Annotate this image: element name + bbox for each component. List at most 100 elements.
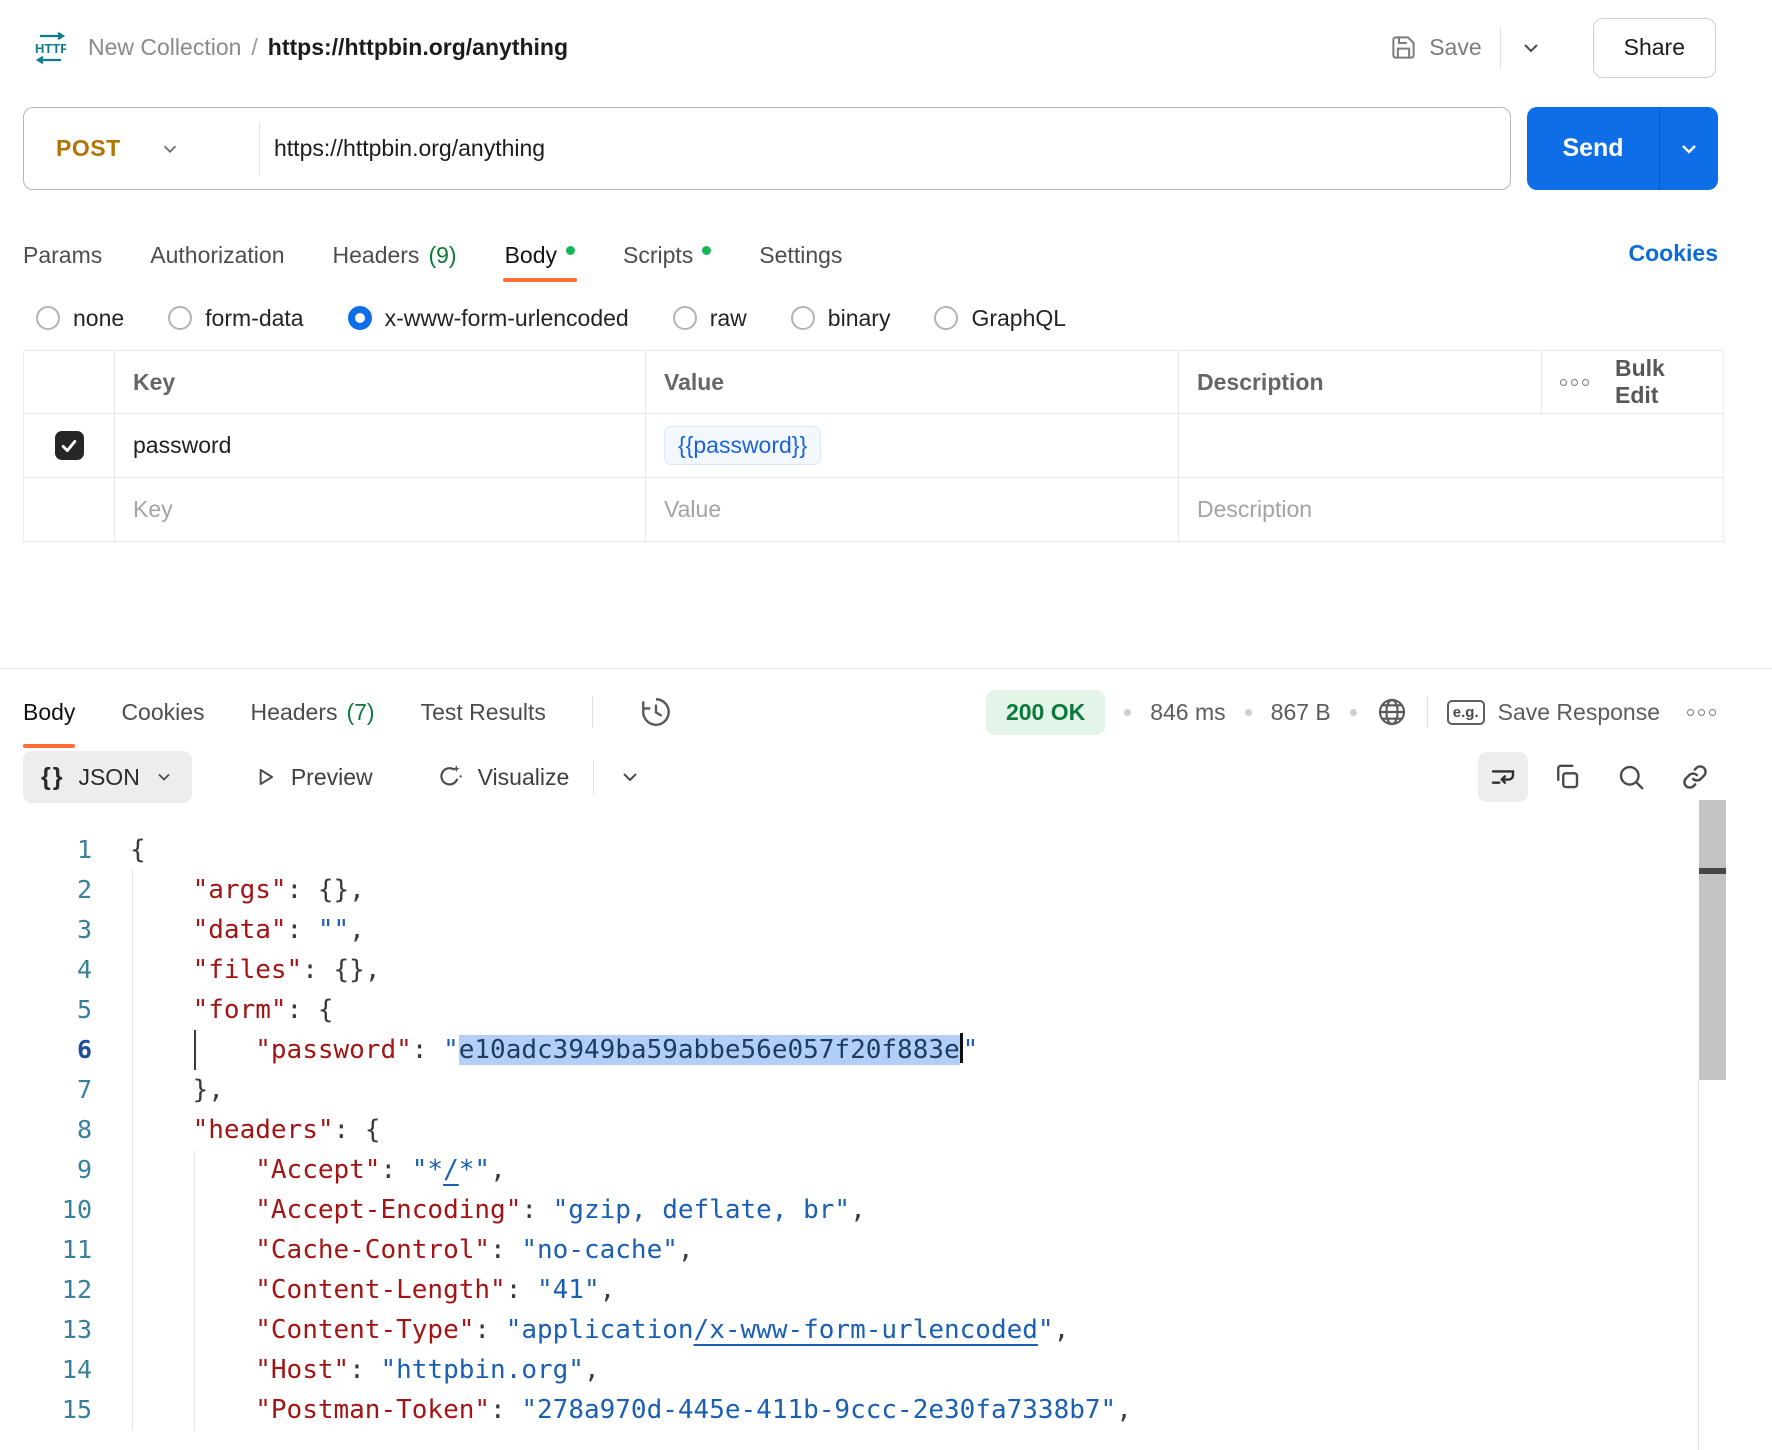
response-section-divider [0, 668, 1772, 669]
share-button[interactable]: Share [1593, 18, 1716, 78]
response-tabs: Body Cookies Headers (7) Test Results [23, 676, 673, 748]
description-cell[interactable] [1178, 414, 1724, 477]
variable-pill[interactable]: {{password}} [664, 426, 821, 465]
code-text[interactable]: "args": {}, [130, 870, 365, 910]
code-text[interactable]: "Cache-Control": "no-cache", [130, 1230, 694, 1270]
code-line: 14 "Host": "httpbin.org", [0, 1350, 1698, 1390]
line-number: 12 [0, 1270, 92, 1310]
url-input[interactable]: https://httpbin.org/anything [260, 135, 545, 162]
tab-headers[interactable]: Headers (9) [333, 228, 457, 282]
code-text[interactable]: "Accept-Encoding": "gzip, deflate, br", [130, 1190, 866, 1230]
description-input-placeholder[interactable]: Description [1178, 478, 1724, 541]
cookies-link[interactable]: Cookies [1629, 240, 1718, 267]
response-tab-body[interactable]: Body [23, 676, 75, 748]
send-button[interactable]: Send [1527, 107, 1659, 190]
bulk-edit-button[interactable]: Bulk Edit [1541, 351, 1724, 413]
meta-separator-dot [1124, 709, 1131, 716]
line-number: 11 [0, 1230, 92, 1270]
code-text[interactable]: { [130, 830, 146, 870]
link-button[interactable] [1670, 752, 1720, 802]
mode-form-data[interactable]: form-data [168, 305, 303, 332]
body-mode-options: none form-data x-www-form-urlencoded raw… [36, 300, 1066, 336]
code-text[interactable]: "headers": { [130, 1110, 380, 1150]
mode-x-www-form-urlencoded[interactable]: x-www-form-urlencoded [348, 305, 629, 332]
wrap-text-button[interactable] [1478, 752, 1528, 802]
tab-scripts[interactable]: Scripts [623, 228, 711, 282]
line-number: 5 [0, 990, 92, 1030]
visualize-button[interactable]: Visualize [435, 762, 570, 792]
code-text[interactable]: "Accept": "*/*", [130, 1150, 506, 1190]
request-title[interactable]: https://httpbin.org/anything [268, 34, 568, 61]
tab-settings[interactable]: Settings [759, 228, 842, 282]
code-text[interactable]: "password": "e10adc3949ba59abbe56e057f20… [130, 1030, 978, 1070]
response-body-code[interactable]: 1{2 "args": {},3 "data": "",4 "files": {… [0, 830, 1698, 1430]
code-line: 8 "headers": { [0, 1110, 1698, 1150]
line-number: 15 [0, 1390, 92, 1430]
select-all-cell [24, 351, 114, 413]
response-tab-cookies[interactable]: Cookies [121, 676, 204, 748]
response-viewer-toolbar: {} JSON Preview Visualize [23, 748, 642, 806]
svg-text:HTTP: HTTP [35, 41, 66, 56]
copy-button[interactable] [1542, 752, 1592, 802]
status-badge: 200 OK [986, 690, 1105, 735]
mode-graphql[interactable]: GraphQL [934, 305, 1066, 332]
breadcrumb-collection[interactable]: New Collection [88, 34, 241, 61]
code-text[interactable]: "Postman-Token": "278a970d-445e-411b-9cc… [130, 1390, 1132, 1430]
code-text[interactable]: "Host": "httpbin.org", [130, 1350, 600, 1390]
response-history-icon[interactable] [639, 695, 673, 729]
meta-separator-dot [1350, 709, 1357, 716]
save-options-chevron-icon[interactable] [1519, 36, 1543, 60]
search-button[interactable] [1606, 752, 1656, 802]
scrollbar-track [1698, 1080, 1699, 1450]
value-cell[interactable]: {{password}} [645, 414, 1178, 477]
key-input-placeholder[interactable]: Key [114, 478, 645, 541]
bulk-edit-label: Bulk Edit [1615, 355, 1706, 409]
response-more-options-icon[interactable] [1687, 709, 1716, 716]
code-text[interactable]: "files": {}, [130, 950, 380, 990]
value-input-placeholder[interactable]: Value [645, 478, 1178, 541]
mode-raw[interactable]: raw [673, 305, 747, 332]
meta-separator-dot [1245, 709, 1252, 716]
mode-binary[interactable]: binary [791, 305, 891, 332]
code-text[interactable]: "Content-Length": "41", [130, 1270, 615, 1310]
code-line: 9 "Accept": "*/*", [0, 1150, 1698, 1190]
tab-body[interactable]: Body [505, 228, 575, 282]
format-selector[interactable]: {} JSON [23, 751, 192, 803]
tab-params[interactable]: Params [23, 228, 102, 282]
line-number: 4 [0, 950, 92, 990]
method-selector[interactable]: POST [24, 108, 259, 189]
toolbar-divider [593, 760, 594, 794]
code-text[interactable]: }, [130, 1070, 224, 1110]
save-button[interactable]: Save [1390, 34, 1481, 61]
code-text[interactable]: "data": "", [130, 910, 365, 950]
preview-button[interactable]: Preview [252, 764, 373, 791]
code-line: 15 "Postman-Token": "278a970d-445e-411b-… [0, 1390, 1698, 1430]
viewer-options-chevron-icon[interactable] [618, 765, 642, 789]
code-lines: 1{2 "args": {},3 "data": "",4 "files": {… [0, 830, 1698, 1430]
send-options-button[interactable] [1659, 107, 1718, 190]
response-tab-headers[interactable]: Headers (7) [251, 676, 375, 748]
table-header-row: Key Value Description Bulk Edit [24, 351, 1723, 414]
response-tab-test-results[interactable]: Test Results [421, 676, 546, 748]
scrollbar-thumb[interactable] [1699, 800, 1726, 1080]
key-cell[interactable]: password [114, 414, 645, 477]
code-line: 3 "data": "", [0, 910, 1698, 950]
code-text[interactable]: "form": { [130, 990, 334, 1030]
radio-icon [36, 306, 60, 330]
breadcrumb: New Collection / https://httpbin.org/any… [88, 34, 568, 61]
radio-selected-icon [348, 306, 372, 330]
column-description: Description [1178, 351, 1541, 413]
code-line: 7 }, [0, 1070, 1698, 1110]
network-globe-icon[interactable] [1376, 696, 1408, 728]
method-label: POST [56, 135, 121, 162]
code-text[interactable]: "Content-Type": "application/x-www-form-… [130, 1310, 1069, 1350]
save-response-button[interactable]: e.g. Save Response [1447, 699, 1660, 726]
checkbox-checked[interactable] [55, 431, 84, 460]
radio-icon [168, 306, 192, 330]
url-builder: POST https://httpbin.org/anything [23, 107, 1511, 190]
postman-app: HTTP New Collection / https://httpbin.or… [0, 0, 1772, 1450]
tab-authorization[interactable]: Authorization [150, 228, 284, 282]
play-icon [252, 764, 278, 790]
code-line: 6 "password": "e10adc3949ba59abbe56e057f… [0, 1030, 1698, 1070]
mode-none[interactable]: none [36, 305, 124, 332]
